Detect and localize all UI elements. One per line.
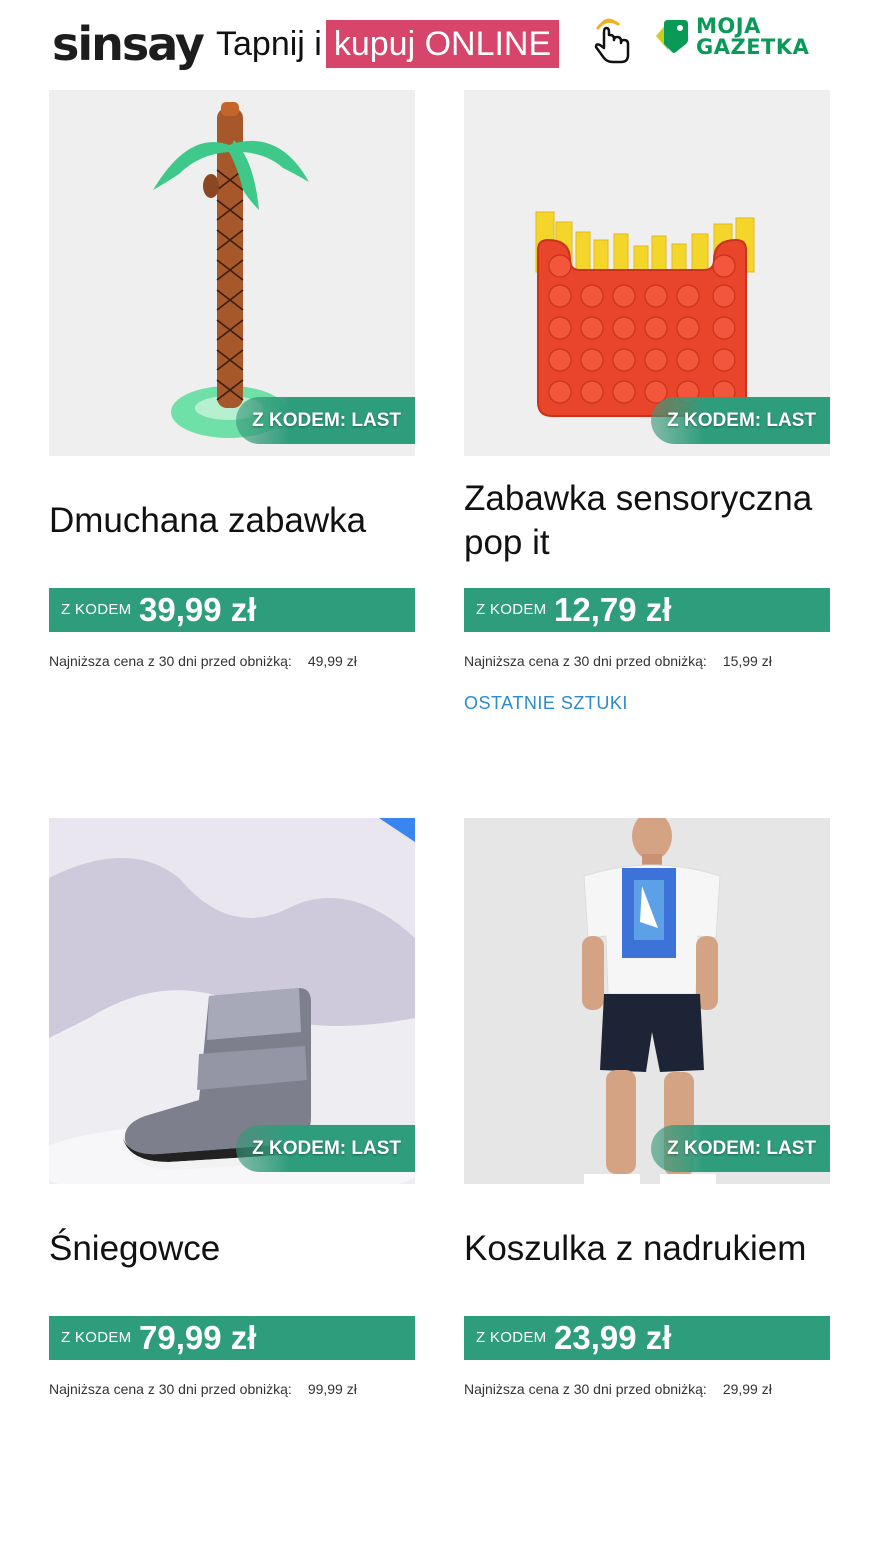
price-bar: Z KODEM 39,99 zł — [49, 588, 415, 632]
lowest-price-value: 99,99 zł — [307, 1381, 357, 1397]
price-bar: Z KODEM 79,99 zł — [49, 1316, 415, 1360]
lowest-price-value: 29,99 zł — [722, 1381, 772, 1397]
gazetka-tag-icon — [654, 18, 690, 54]
product-title[interactable]: Śniegowce — [49, 1227, 415, 1271]
gazetka-line2: GAZETKA — [696, 35, 810, 59]
price-value: 39,99 zł — [139, 591, 257, 628]
lowest-price-label: Najniższa cena z 30 dni przed obniżką: — [49, 653, 292, 669]
promo-code-badge: Z KODEM: LAST — [651, 397, 830, 444]
tap-hand-icon[interactable] — [588, 18, 634, 66]
product-image-pop-it-fries[interactable]: Z KODEM: LAST — [464, 90, 830, 456]
price-label: Z KODEM — [476, 601, 547, 618]
price-value: 23,99 zł — [554, 1319, 672, 1356]
header: sinsay Tapnij i kupuj ONLINE MOJA GAZETK… — [0, 0, 879, 90]
lowest-price-note: Najniższa cena z 30 dni przed obniżką: 49… — [49, 652, 415, 670]
product-image-snow-boots[interactable]: Z KODEM: LAST — [49, 818, 415, 1184]
product-title[interactable]: Koszulka z nadrukiem — [464, 1227, 830, 1271]
gazetka-wordmark: MOJA GAZETKA — [696, 16, 809, 58]
price-bar: Z KODEM 12,79 zł — [464, 588, 830, 632]
product-title[interactable]: Zabawka sensoryczna pop it — [464, 477, 830, 565]
shop-online-banner[interactable]: Tapnij i kupuj ONLINE — [216, 20, 560, 68]
product-title[interactable]: Dmuchana zabawka — [49, 499, 415, 543]
gazetka-line1: MOJA — [696, 14, 761, 38]
product-image-printed-tshirt[interactable]: Z KODEM: LAST — [464, 818, 830, 1184]
moja-gazetka-logo[interactable]: MOJA GAZETKA — [654, 14, 834, 64]
tagline-highlight-text: kupuj ONLINE — [325, 20, 560, 68]
tagline-plain-text: Tapnij i — [216, 24, 322, 63]
last-items-note: OSTATNIE SZTUKI — [464, 693, 628, 713]
price-value: 79,99 zł — [139, 1319, 257, 1356]
price-label: Z KODEM — [61, 601, 132, 618]
price-bar: Z KODEM 23,99 zł — [464, 1316, 830, 1360]
sinsay-logo[interactable]: sinsay — [52, 14, 205, 74]
lowest-price-note: Najniższa cena z 30 dni przed obniżką: 99… — [49, 1380, 415, 1398]
lowest-price-label: Najniższa cena z 30 dni przed obniżką: — [464, 653, 707, 669]
lowest-price-note: Najniższa cena z 30 dni przed obniżką: 15… — [464, 652, 830, 670]
promo-code-badge: Z KODEM: LAST — [236, 1125, 415, 1172]
price-label: Z KODEM — [61, 1329, 132, 1346]
product-image-inflatable-palm[interactable]: Z KODEM: LAST — [49, 90, 415, 456]
promo-code-badge: Z KODEM: LAST — [236, 397, 415, 444]
lowest-price-value: 15,99 zł — [722, 653, 772, 669]
promo-code-badge: Z KODEM: LAST — [651, 1125, 830, 1172]
lowest-price-note: Najniższa cena z 30 dni przed obniżką: 29… — [464, 1380, 830, 1398]
lowest-price-label: Najniższa cena z 30 dni przed obniżką: — [49, 1381, 292, 1397]
price-value: 12,79 zł — [554, 591, 672, 628]
lowest-price-label: Najniższa cena z 30 dni przed obniżką: — [464, 1381, 707, 1397]
price-label: Z KODEM — [476, 1329, 547, 1346]
lowest-price-value: 49,99 zł — [307, 653, 357, 669]
